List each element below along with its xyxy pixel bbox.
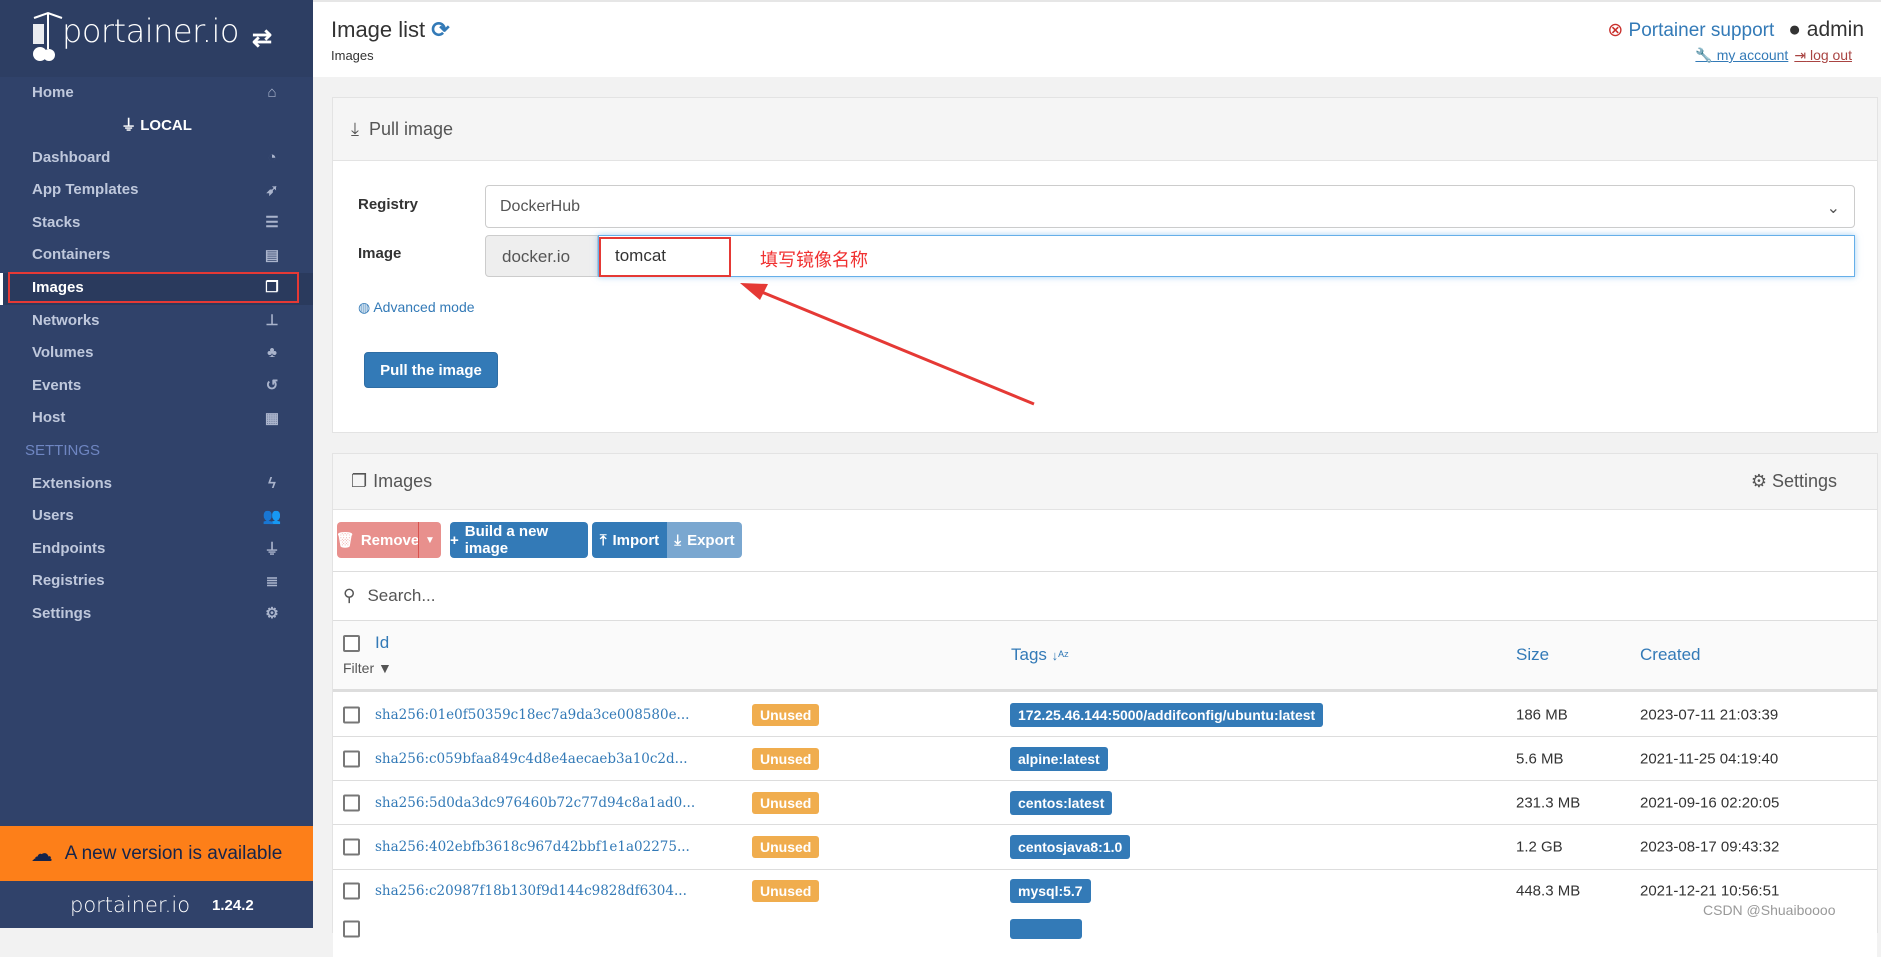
table-settings-button[interactable]: ⚙ Settings xyxy=(1751,471,1837,492)
table-row: sha256:01e0f50359c18ec7a9da3ce008580e...… xyxy=(333,693,1877,737)
row-checkbox[interactable] xyxy=(343,838,360,856)
plus-icon: + xyxy=(450,531,459,549)
image-id-link[interactable]: sha256:5d0da3dc976460b72c77d94c8a1ad0... xyxy=(375,795,695,811)
remove-dropdown-caret-icon[interactable]: ▼ xyxy=(418,522,441,558)
image-created: 2023-08-17 09:43:32 xyxy=(1640,838,1780,856)
image-size: 1.2 GB xyxy=(1516,838,1563,856)
row-checkbox[interactable] xyxy=(343,706,360,723)
remove-button[interactable]: 🗑 Remove xyxy=(335,522,419,558)
clone-icon: ❐ xyxy=(351,471,368,491)
image-id-link[interactable]: sha256:c20987f18b130f9d144c9828df6304... xyxy=(375,883,687,899)
filter-icon: ▼ xyxy=(378,660,392,676)
column-tags[interactable]: Tags ↓ᴬᶻ xyxy=(1011,645,1069,665)
image-id-link[interactable]: sha256:402ebfb3618c967d42bbf1e1a02275... xyxy=(375,839,690,855)
column-id[interactable]: Id xyxy=(375,633,389,653)
trash-icon: 🗑 xyxy=(335,532,355,549)
image-size: 231.3 MB xyxy=(1516,794,1581,812)
image-size: 186 MB xyxy=(1516,706,1568,723)
column-size[interactable]: Size xyxy=(1516,645,1549,665)
table-row: sha256:c20987f18b130f9d144c9828df6304...… xyxy=(333,869,1877,914)
column-created[interactable]: Created xyxy=(1640,645,1700,665)
status-badge: Unused xyxy=(752,880,820,903)
select-all-checkbox[interactable] xyxy=(343,635,360,652)
image-created: 2021-09-16 02:20:05 xyxy=(1640,794,1780,812)
tag-badge: centosjava8:1.0 xyxy=(1010,835,1131,860)
table-row: sha256:5d0da3dc976460b72c77d94c8a1ad0...… xyxy=(333,781,1877,826)
upload-icon: ⤒ xyxy=(599,531,607,549)
tag-badge: 172.25.46.144:5000/addifconfig/ubuntu:la… xyxy=(1010,702,1324,727)
tag-badge xyxy=(1010,919,1082,939)
image-id-link[interactable]: sha256:c059bfaa849c4d8e4aecaeb3a10c2d... xyxy=(375,751,688,767)
sort-alpha-icon: ↓ᴬᶻ xyxy=(1051,648,1069,663)
tag-badge: mysql:5.7 xyxy=(1010,879,1091,904)
tag-badge: centos:latest xyxy=(1010,790,1113,815)
images-header: ❐ Images ⚙ Settings xyxy=(333,454,1877,510)
row-checkbox[interactable] xyxy=(343,750,360,768)
image-size: 5.6 MB xyxy=(1516,750,1564,768)
status-badge: Unused xyxy=(752,791,820,814)
image-size: 448.3 MB xyxy=(1516,882,1581,900)
row-checkbox[interactable] xyxy=(343,920,360,938)
import-button[interactable]: ⤒ Import xyxy=(592,522,667,558)
download-icon: ⤓ xyxy=(674,531,682,549)
gear-icon: ⚙ xyxy=(1750,471,1772,491)
export-button[interactable]: ⤓ Export xyxy=(667,522,742,558)
status-badge: Unused xyxy=(752,836,820,859)
row-checkbox[interactable] xyxy=(343,882,360,900)
watermark: CSDN @Shuaiboooo xyxy=(1703,902,1836,918)
id-filter[interactable]: Filter ▼ xyxy=(343,660,392,676)
image-created: 2021-11-25 04:19:40 xyxy=(1640,750,1779,768)
image-created: 2023-07-11 21:03:39 xyxy=(1640,706,1779,723)
image-created: 2021-12-21 10:56:51 xyxy=(1640,882,1780,900)
search-bar[interactable]: ⚲ Search... xyxy=(333,571,1877,621)
status-badge: Unused xyxy=(752,747,820,770)
table-row xyxy=(333,913,1877,957)
table-row: sha256:402ebfb3618c967d42bbf1e1a02275...… xyxy=(333,825,1877,870)
search-icon: ⚲ xyxy=(343,586,356,605)
build-image-button[interactable]: + Build a new image xyxy=(450,522,588,558)
status-badge: Unused xyxy=(752,703,820,726)
row-checkbox[interactable] xyxy=(343,794,360,812)
image-id-link[interactable]: sha256:01e0f50359c18ec7a9da3ce008580e... xyxy=(375,707,689,723)
table-row: sha256:c059bfaa849c4d8e4aecaeb3a10c2d...… xyxy=(333,737,1877,782)
tag-badge: alpine:latest xyxy=(1010,746,1108,771)
